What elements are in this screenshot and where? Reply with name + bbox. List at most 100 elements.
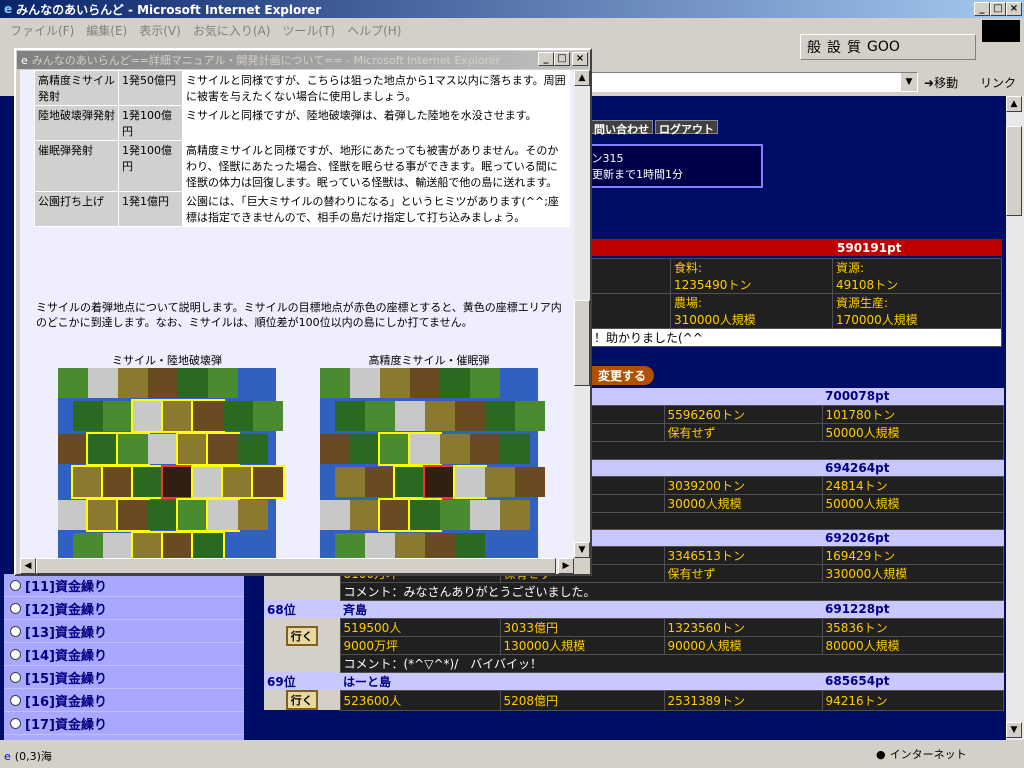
map-tile xyxy=(380,368,410,398)
toolbar-item-2[interactable]: 設 xyxy=(827,37,841,57)
map-tile xyxy=(116,498,150,532)
map-tile xyxy=(131,531,165,558)
menu-favorites[interactable]: お気に入り(A) xyxy=(187,22,277,39)
map-tile xyxy=(191,531,225,558)
menu-help[interactable]: ヘルプ(H) xyxy=(341,22,407,39)
list-item[interactable]: [16]資金繰り xyxy=(4,689,244,712)
address-dropdown-icon[interactable]: ▼ xyxy=(901,73,917,91)
menu-tools[interactable]: ツール(T) xyxy=(276,22,341,39)
island-name[interactable]: 斉島 xyxy=(340,600,822,618)
list-item[interactable]: [11]資金繰り xyxy=(4,574,244,597)
change-button[interactable]: 変更する xyxy=(590,366,655,385)
cell: 3346513トン xyxy=(663,545,823,565)
nav-logout[interactable]: ログアウト xyxy=(655,120,718,136)
radio-button[interactable] xyxy=(10,602,21,614)
scroll-thumb-h[interactable] xyxy=(36,558,556,574)
popup-vertical-scrollbar[interactable]: ▲ ▼ xyxy=(574,70,590,558)
map-tile xyxy=(378,498,412,532)
map-tile xyxy=(161,399,195,433)
go-button[interactable]: ➜移動 xyxy=(924,74,958,91)
cell: 130000人規模 xyxy=(499,635,665,655)
maximize-button[interactable]: □ xyxy=(990,2,1006,16)
list-item[interactable]: [14]資金繰り xyxy=(4,643,244,666)
own-island-table: 590191pt xyxy=(590,239,1002,256)
scroll-thumb[interactable] xyxy=(574,300,590,386)
island-name[interactable]: はーと島 xyxy=(340,672,822,690)
map-tile xyxy=(58,434,88,464)
manual-popup-window: e みんなのあいらんど==詳細マニュアル・開発計画について== - Micros… xyxy=(14,48,592,576)
windows-logo xyxy=(982,20,1020,42)
map-tile xyxy=(148,500,178,530)
scroll-down-icon[interactable]: ▼ xyxy=(1006,722,1022,738)
radio-button[interactable] xyxy=(10,671,21,683)
cell: 90000人規模 xyxy=(663,635,823,655)
map-tile xyxy=(470,368,500,398)
main-window-title: みんなのあいらんど - Microsoft Internet Explorer xyxy=(16,2,322,17)
map-tile xyxy=(58,368,88,398)
map-tile xyxy=(118,368,148,398)
toolbar-item-1[interactable]: 般 xyxy=(807,37,821,57)
list-item[interactable]: [13]資金繰り xyxy=(4,620,244,643)
popup-maximize-button[interactable]: □ xyxy=(554,52,570,66)
map-tile xyxy=(73,533,103,558)
map-tile xyxy=(208,368,238,398)
map-tile xyxy=(86,432,120,466)
list-item[interactable]: [17]資金繰り xyxy=(4,712,244,735)
list-item[interactable]: [12]資金繰り xyxy=(4,597,244,620)
address-input[interactable]: ▼ xyxy=(590,72,918,92)
island-points: 685654pt xyxy=(822,672,1004,690)
map-tile xyxy=(320,434,350,464)
missile-explanation: ミサイルの着弾地点について説明します。ミサイルの目標地点が赤色の座標とすると、黄… xyxy=(36,301,562,329)
list-item[interactable]: [15]資金繰り xyxy=(4,666,244,689)
links-button[interactable]: リンク xyxy=(980,74,1016,91)
scroll-right-icon[interactable]: ▶ xyxy=(558,558,574,574)
popup-minimize-button[interactable]: _ xyxy=(538,52,554,66)
cell: 2531389トン xyxy=(663,689,823,711)
popup-title: みんなのあいらんど==詳細マニュアル・開発計画について== - Microsof… xyxy=(31,54,501,67)
update-label: 回更新まで1時間1分 xyxy=(581,168,683,181)
map-tile xyxy=(58,500,88,530)
scroll-thumb[interactable] xyxy=(1006,126,1022,216)
go-island-button[interactable]: 行く xyxy=(285,626,318,646)
map-tile xyxy=(425,401,455,431)
island-points: 700078pt xyxy=(822,388,1004,405)
radio-button[interactable] xyxy=(10,694,21,706)
nav-contact[interactable]: 問い合わせ xyxy=(590,120,653,136)
go-island-button[interactable]: 行く xyxy=(285,690,318,710)
cell: 35836トン xyxy=(821,617,1004,637)
toolbar-item-4[interactable]: GOO xyxy=(867,39,900,55)
popup-horizontal-scrollbar[interactable]: ◀ ▶ xyxy=(20,558,574,574)
status-bar: e (0,3)海 ● インターネット xyxy=(0,744,1024,768)
close-button[interactable]: × xyxy=(1006,2,1022,16)
menu-edit[interactable]: 編集(E) xyxy=(80,22,133,39)
scroll-left-icon[interactable]: ◀ xyxy=(20,558,36,574)
map-tile xyxy=(423,465,457,499)
scroll-up-icon[interactable]: ▲ xyxy=(1006,96,1022,112)
page-scrollbar[interactable]: ▲ ▼ xyxy=(1006,96,1024,740)
radio-button[interactable] xyxy=(10,648,21,660)
cell: 80000人規模 xyxy=(821,635,1004,655)
map-tile xyxy=(485,401,515,431)
island-comment: コメント：みなさんありがとうございました。 xyxy=(339,581,1004,601)
map-tile xyxy=(238,500,268,530)
minimize-button[interactable]: _ xyxy=(974,2,990,16)
cell: 330000人規模 xyxy=(821,563,1004,583)
scroll-down-icon[interactable]: ▼ xyxy=(574,542,590,558)
scroll-up-icon[interactable]: ▲ xyxy=(574,70,590,86)
popup-close-button[interactable]: × xyxy=(572,52,588,66)
radio-button[interactable] xyxy=(10,625,21,637)
toolbar-item-3[interactable]: 質 xyxy=(847,37,861,57)
map-tile xyxy=(131,399,165,433)
map-tile xyxy=(350,368,380,398)
map-tile xyxy=(223,401,253,431)
menu-view[interactable]: 表示(V) xyxy=(133,22,187,39)
plan-name: 陸地破壊弾発射 xyxy=(34,105,119,141)
radio-button[interactable] xyxy=(10,579,21,591)
map-tile xyxy=(176,432,210,466)
res-label: 資源: xyxy=(836,261,865,275)
menu-file[interactable]: ファイル(F) xyxy=(4,22,80,39)
cell: 保有せず xyxy=(663,563,823,583)
map-tile xyxy=(515,401,545,431)
toolbar-extra: 般 設 質 GOO xyxy=(800,34,976,60)
radio-button[interactable] xyxy=(10,717,21,729)
